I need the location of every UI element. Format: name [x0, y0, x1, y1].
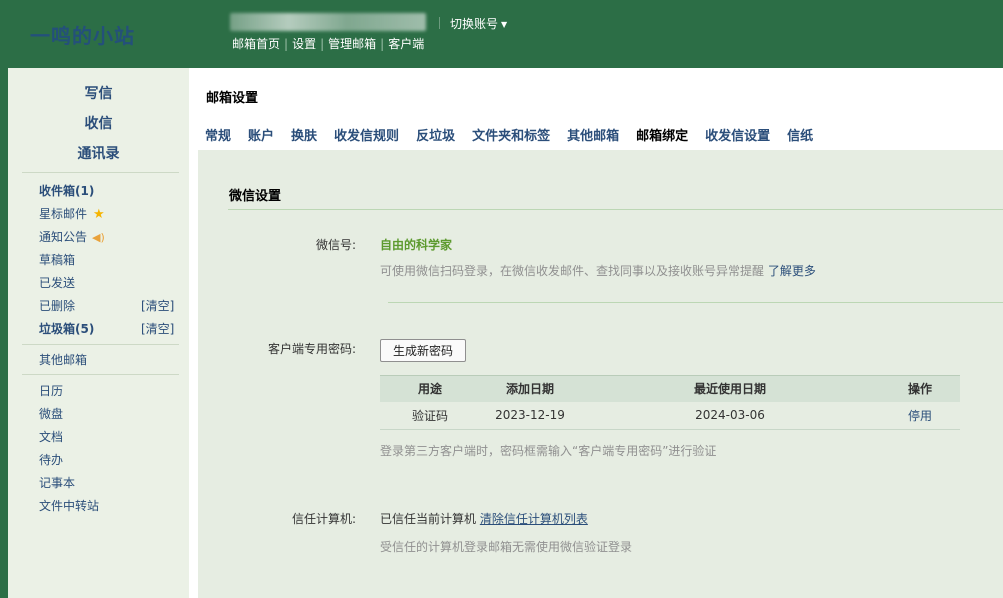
folder-starred[interactable]: 星标邮件 ★	[39, 205, 105, 222]
trusted-status-text: 已信任当前计算机	[380, 512, 477, 526]
switch-account-button[interactable]: 切换账号 ▼	[450, 15, 507, 32]
blurred-account-address	[230, 13, 426, 31]
tab-stationery[interactable]: 信纸	[787, 125, 813, 144]
nav-settings[interactable]: 设置	[292, 37, 316, 51]
settings-tabs: 常规 账户 换肤 收发信规则 反垃圾 文件夹和标签 其他邮箱 邮箱绑定 收发信设置 信纸	[205, 125, 830, 147]
sidebar-divider	[22, 344, 179, 345]
col-added-date: 添加日期	[480, 375, 580, 402]
tool-calendar[interactable]: 日历	[39, 382, 63, 399]
row-added-date: 2023-12-19	[480, 401, 580, 430]
receive-button[interactable]: 收信	[8, 113, 189, 133]
folder-deleted[interactable]: 已删除	[39, 297, 75, 314]
wechat-label: 微信号:	[315, 238, 356, 252]
site-logo[interactable]: 一鸣的小站	[30, 20, 135, 49]
nav-client[interactable]: 客户端	[388, 37, 424, 51]
nav-divider: |	[320, 37, 325, 51]
nav-manage-mailbox[interactable]: 管理邮箱	[328, 37, 376, 51]
trusted-hint: 受信任的计算机登录邮箱无需使用微信验证登录	[380, 540, 633, 554]
client-password-table: 用途 添加日期 最近使用日期 操作 验证码 2023-12-19 2024-03…	[380, 375, 960, 430]
chevron-down-icon: ▼	[501, 20, 508, 29]
section-divider	[388, 302, 1003, 303]
folder-notices-label: 通知公告	[39, 230, 88, 244]
header-divider	[439, 17, 440, 29]
section-divider	[228, 209, 1003, 210]
generate-password-button[interactable]: 生成新密码	[380, 339, 466, 362]
table-row: 验证码 2023-12-19 2024-03-06 停用	[380, 401, 960, 430]
tab-anti-spam[interactable]: 反垃圾	[416, 125, 455, 144]
settings-panel: 微信设置 微信号: 自由的科学家 可使用微信扫码登录，在微信收发邮件、查找同事以…	[198, 150, 1003, 598]
tab-mail-rules[interactable]: 收发信规则	[334, 125, 399, 144]
clear-deleted-link[interactable]: [清空]	[141, 297, 174, 314]
star-icon: ★	[93, 207, 105, 222]
tool-docs[interactable]: 文档	[39, 428, 63, 445]
switch-account-label: 切换账号	[450, 17, 499, 31]
trusted-status: 已信任当前计算机 清除信任计算机列表	[380, 510, 588, 527]
tab-folders-labels[interactable]: 文件夹和标签	[472, 125, 550, 144]
tab-mailbox-binding[interactable]: 邮箱绑定	[636, 125, 688, 144]
contacts-button[interactable]: 通讯录	[8, 143, 189, 163]
tool-todo[interactable]: 待办	[39, 451, 63, 468]
tab-other-mailbox[interactable]: 其他邮箱	[567, 125, 619, 144]
sidebar: 写信 收信 通讯录 收件箱(1) 星标邮件 ★ 通知公告 ◀) 草稿箱 已发送 已删…	[0, 68, 189, 598]
sidebar-divider	[22, 172, 179, 173]
tool-notes[interactable]: 记事本	[39, 474, 75, 491]
nav-divider: |	[380, 37, 385, 51]
learn-more-link[interactable]: 了解更多	[768, 264, 816, 278]
tab-skin[interactable]: 换肤	[291, 125, 317, 144]
speaker-icon: ◀)	[92, 231, 105, 244]
tab-account[interactable]: 账户	[248, 125, 274, 144]
folder-drafts[interactable]: 草稿箱	[39, 251, 75, 268]
wechat-hint: 可使用微信扫码登录，在微信收发邮件、查找同事以及接收账号异常提醒 了解更多	[380, 262, 816, 279]
tab-general[interactable]: 常规	[205, 125, 231, 144]
main-content: 邮箱设置 常规 账户 换肤 收发信规则 反垃圾 文件夹和标签 其他邮箱 邮箱绑定 收发信设置 信纸…	[189, 68, 1003, 598]
folder-notices[interactable]: 通知公告 ◀)	[39, 228, 105, 245]
row-last-used-date: 2024-03-06	[580, 401, 880, 430]
wechat-hint-text: 可使用微信扫码登录，在微信收发邮件、查找同事以及接收账号异常提醒	[380, 264, 765, 278]
col-purpose: 用途	[380, 375, 480, 402]
disable-password-link[interactable]: 停用	[880, 401, 960, 430]
section-title: 微信设置	[229, 189, 282, 204]
tab-send-receive[interactable]: 收发信设置	[705, 125, 770, 144]
top-header: 一鸣的小站 切换账号 ▼ 邮箱首页 | 设置 | 管理邮箱 | 客户端	[0, 0, 1003, 68]
folder-starred-label: 星标邮件	[39, 207, 88, 221]
client-password-label: 客户端专用密码:	[267, 342, 356, 356]
folder-inbox[interactable]: 收件箱(1)	[39, 182, 94, 199]
nav-mailbox-home[interactable]: 邮箱首页	[232, 37, 280, 51]
nav-divider: |	[284, 37, 289, 51]
trusted-computer-label: 信任计算机:	[291, 512, 356, 526]
folder-sent[interactable]: 已发送	[39, 274, 75, 291]
col-action: 操作	[880, 375, 960, 402]
client-password-hint: 登录第三方客户端时，密码框需输入“客户端专用密码”进行验证	[380, 444, 717, 458]
folder-spam[interactable]: 垃圾箱(5)	[39, 320, 94, 337]
clear-trusted-list-link[interactable]: 清除信任计算机列表	[480, 512, 588, 526]
page-title: 邮箱设置	[206, 91, 259, 106]
wechat-id-value: 自由的科学家	[380, 238, 453, 252]
table-header-row: 用途 添加日期 最近使用日期 操作	[380, 375, 960, 402]
compose-button[interactable]: 写信	[8, 83, 189, 103]
other-mailbox-link[interactable]: 其他邮箱	[39, 351, 87, 368]
col-last-used-date: 最近使用日期	[580, 375, 880, 402]
tool-file-transfer[interactable]: 文件中转站	[39, 497, 99, 514]
row-purpose: 验证码	[380, 401, 480, 430]
clear-spam-link[interactable]: [清空]	[141, 320, 174, 337]
header-nav: 邮箱首页 | 设置 | 管理邮箱 | 客户端	[232, 35, 424, 52]
tool-drive[interactable]: 微盘	[39, 405, 63, 422]
sidebar-divider	[22, 374, 179, 375]
